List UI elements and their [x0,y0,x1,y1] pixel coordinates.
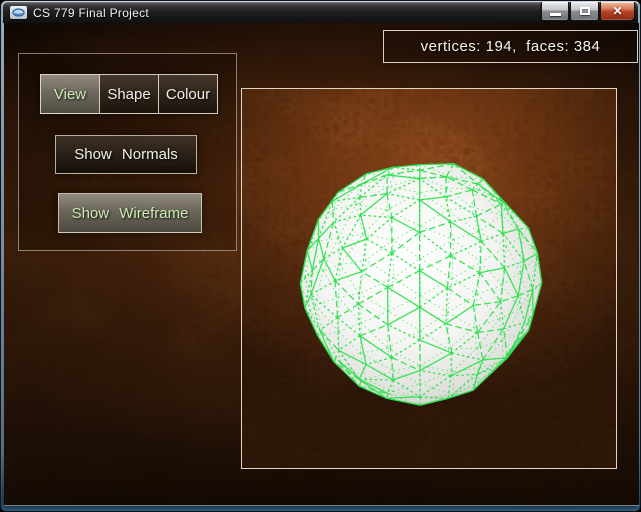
minimize-icon [549,12,561,16]
stats-box: vertices: 194, faces: 384 [383,30,638,63]
app-icon [10,6,27,19]
show-normals-button[interactable]: Show Normals [55,135,197,174]
window-title: CS 779 Final Project [33,5,150,20]
tab-shape[interactable]: Shape [99,74,159,114]
control-panel: View Shape Colour Show Normals Show Wire… [18,53,237,251]
tab-bar: View Shape Colour [40,74,218,114]
app-window: CS 779 Final Project ✕ vertices: 194, fa… [0,0,641,512]
stats-text: vertices: 194, faces: 384 [420,38,601,55]
tab-view[interactable]: View [40,74,100,114]
maximize-button[interactable] [570,2,599,21]
client-area: vertices: 194, faces: 384 View Shape Col… [4,23,639,505]
tab-colour[interactable]: Colour [158,74,218,114]
show-wireframe-button[interactable]: Show Wireframe [58,193,202,233]
maximize-icon [579,7,590,15]
wireframe-mesh [299,163,543,406]
gl-viewport[interactable] [241,88,617,469]
close-button[interactable]: ✕ [600,2,635,21]
minimize-button[interactable] [541,2,569,21]
close-icon: ✕ [612,4,623,18]
